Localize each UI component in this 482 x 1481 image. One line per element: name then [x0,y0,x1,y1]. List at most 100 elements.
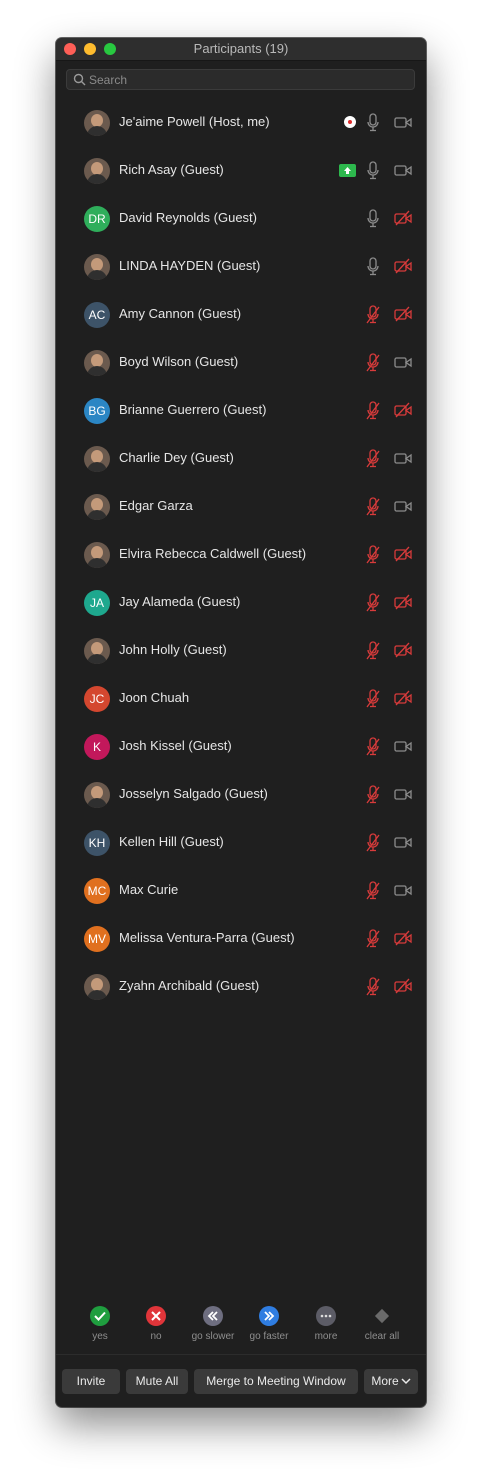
mic-muted-icon[interactable] [366,929,380,954]
participant-row[interactable]: JA Jay Alameda (Guest) [56,579,426,627]
avatar: MC [84,878,110,904]
avatar [84,542,110,568]
mic-muted-icon[interactable] [366,785,380,810]
mic-muted-icon[interactable] [366,737,380,762]
video-off-icon[interactable] [394,930,412,951]
mic-muted-icon[interactable] [366,545,380,570]
avatar [84,638,110,664]
reaction-more-button[interactable]: more [296,1306,356,1342]
fast-forward-icon [259,1306,279,1326]
mic-icon[interactable] [366,113,380,138]
video-off-icon[interactable] [394,402,412,423]
mic-muted-icon[interactable] [366,977,380,1002]
participant-row[interactable]: MV Melissa Ventura-Parra (Guest) [56,915,426,963]
video-icon[interactable] [394,498,412,519]
avatar [84,158,110,184]
avatar: JA [84,590,110,616]
mic-muted-icon[interactable] [366,497,380,522]
video-icon[interactable] [394,354,412,375]
participant-row[interactable]: Josselyn Salgado (Guest) [56,771,426,819]
participant-row[interactable]: Edgar Garza [56,483,426,531]
participant-row[interactable]: Je'aime Powell (Host, me) [56,99,426,147]
participant-row[interactable]: MC Max Curie [56,867,426,915]
video-off-icon[interactable] [394,642,412,663]
reaction-label: clear all [364,1331,400,1342]
mic-muted-icon[interactable] [366,449,380,474]
participant-name: Josh Kissel (Guest) [119,738,232,753]
participant-row[interactable]: Boyd Wilson (Guest) [56,339,426,387]
avatar [84,782,110,808]
participant-row[interactable]: JC Joon Chuah [56,675,426,723]
participant-row[interactable]: John Holly (Guest) [56,627,426,675]
mic-icon[interactable] [366,209,380,234]
avatar [84,254,110,280]
merge-to-meeting-window-button[interactable]: Merge to Meeting Window [194,1369,358,1394]
video-off-icon[interactable] [394,690,412,711]
participant-row[interactable]: Rich Asay (Guest) [56,147,426,195]
reaction-go-slower-button[interactable]: go slower [183,1306,243,1342]
reaction-label: more [314,1331,338,1342]
bottom-toolbar: Invite Mute All Merge to Meeting Window … [56,1354,426,1407]
participant-name: Jay Alameda (Guest) [119,594,241,609]
invite-button[interactable]: Invite [62,1369,120,1394]
video-off-icon[interactable] [394,546,412,567]
reaction-clear-all-button[interactable]: clear all [352,1306,412,1342]
search-icon [73,73,86,86]
participant-row[interactable]: BG Brianne Guerrero (Guest) [56,387,426,435]
participant-name: Boyd Wilson (Guest) [119,354,239,369]
mic-muted-icon[interactable] [366,353,380,378]
video-off-icon[interactable] [394,210,412,231]
more-button[interactable]: More [364,1369,418,1394]
participant-name: David Reynolds (Guest) [119,210,257,225]
search-box[interactable] [66,69,415,90]
title-bar: Participants (19) [56,38,426,61]
avatar: BG [84,398,110,424]
mic-muted-icon[interactable] [366,401,380,426]
participant-row[interactable]: KH Kellen Hill (Guest) [56,819,426,867]
mic-muted-icon[interactable] [366,833,380,858]
video-icon[interactable] [394,882,412,903]
video-icon[interactable] [394,834,412,855]
mic-muted-icon[interactable] [366,641,380,666]
recording-icon [344,116,356,128]
video-off-icon[interactable] [394,306,412,327]
participant-row[interactable]: Charlie Dey (Guest) [56,435,426,483]
participant-row[interactable]: K Josh Kissel (Guest) [56,723,426,771]
participant-row[interactable]: LINDA HAYDEN (Guest) [56,243,426,291]
participant-name: Elvira Rebecca Caldwell (Guest) [119,546,307,561]
video-icon[interactable] [394,450,412,471]
window-title: Participants (19) [193,41,289,56]
mute-all-button[interactable]: Mute All [126,1369,188,1394]
participant-row[interactable]: Elvira Rebecca Caldwell (Guest) [56,531,426,579]
video-icon[interactable] [394,162,412,183]
screen-share-icon [339,164,356,177]
video-off-icon[interactable] [394,258,412,279]
reaction-go-faster-button[interactable]: go faster [239,1306,299,1342]
rewind-icon [203,1306,223,1326]
reaction-yes-button[interactable]: yes [70,1306,130,1342]
video-off-icon[interactable] [394,594,412,615]
participant-name: Charlie Dey (Guest) [119,450,234,465]
mic-muted-icon[interactable] [366,689,380,714]
mic-icon[interactable] [366,257,380,282]
reaction-label: no [150,1331,162,1342]
check-icon [90,1306,110,1326]
video-icon[interactable] [394,738,412,759]
mic-icon[interactable] [366,161,380,186]
mic-muted-icon[interactable] [366,881,380,906]
mic-muted-icon[interactable] [366,593,380,618]
video-icon[interactable] [394,786,412,807]
mic-muted-icon[interactable] [366,305,380,330]
video-off-icon[interactable] [394,978,412,999]
participant-row[interactable]: Zyahn Archibald (Guest) [56,963,426,1011]
participant-row[interactable]: DR David Reynolds (Guest) [56,195,426,243]
participant-name: Josselyn Salgado (Guest) [119,786,268,801]
avatar [84,974,110,1000]
reaction-no-button[interactable]: no [126,1306,186,1342]
participant-row[interactable]: AC Amy Cannon (Guest) [56,291,426,339]
search-input[interactable] [89,70,409,89]
video-icon[interactable] [394,114,412,135]
reaction-label: yes [92,1331,108,1342]
avatar [84,494,110,520]
chevron-down-icon [401,1378,411,1385]
